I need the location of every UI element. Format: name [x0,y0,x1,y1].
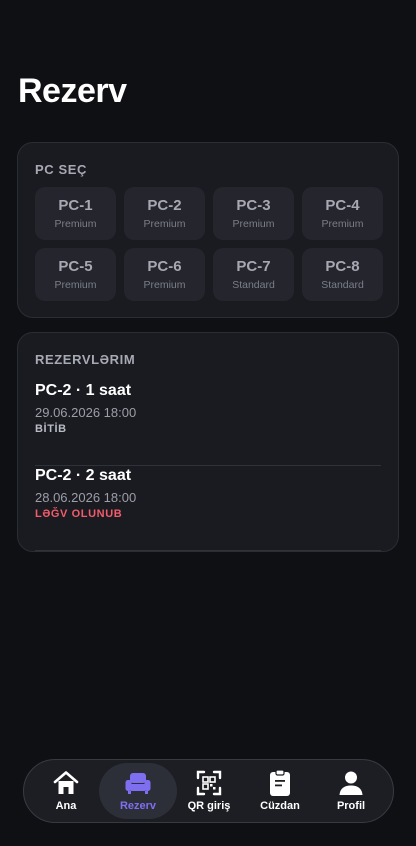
nav-item-profil[interactable]: Profil [312,763,390,819]
nav-label: Rezerv [119,800,157,812]
user-icon [338,770,364,796]
reservation-datetime: 29.06.2026 18:00 [35,405,137,420]
nav-item-qr-giris[interactable]: QR giriş [170,763,248,819]
nav-label: Profil [336,800,366,812]
reservation-item[interactable]: PC-2 · 1 saat 29.06.2026 18:00 BİTİB [35,381,381,466]
qr-scan-icon [196,770,222,796]
clipboard-icon [268,769,292,796]
pc-name: PC-6 [147,258,182,275]
pc-name: PC-1 [58,197,93,214]
reservation-title: PC-2 · 2 saat [35,467,132,484]
reservations-title: REZERVLƏRIM [35,352,136,367]
nav-item-ana[interactable]: Ana [27,763,105,819]
pc-tile-1[interactable]: PC-1 Premium [35,187,116,240]
pc-name: PC-2 [147,197,182,214]
reservation-item[interactable]: PC-2 · 2 saat 28.06.2026 18:00 LƏĞV OLUN… [35,466,381,551]
pc-tile-5[interactable]: PC-5 Premium [35,248,116,301]
nav-label: Cüzdan [260,800,300,812]
pc-tier: Premium [232,218,275,230]
pc-name: PC-7 [236,258,271,275]
page-title: Rezerv [18,72,127,110]
pc-name: PC-8 [325,258,360,275]
pc-tile-3[interactable]: PC-3 Premium [213,187,294,240]
sofa-icon [124,770,152,796]
pc-tier: Premium [54,279,97,291]
pc-name: PC-3 [236,197,271,214]
reservation-status: BİTİB [35,423,67,435]
pc-tier: Premium [143,218,186,230]
reservations-card: REZERVLƏRIM PC-2 · 1 saat 29.06.2026 18:… [17,332,399,552]
pc-tier: Premium [321,218,364,230]
bottom-nav: Ana Rezerv QR giriş Cüzdan Profil [23,759,394,823]
pc-tile-7[interactable]: PC-7 Standard [213,248,294,301]
pc-tile-8[interactable]: PC-8 Standard [302,248,383,301]
pc-select-card: PC SEÇ PC-1 Premium PC-2 Premium PC-3 Pr… [17,142,399,318]
pc-name: PC-5 [58,258,93,275]
pc-grid: PC-1 Premium PC-2 Premium PC-3 Premium P… [35,187,383,301]
pc-tier: Premium [143,279,186,291]
nav-label: Ana [55,800,77,812]
pc-tile-6[interactable]: PC-6 Premium [124,248,205,301]
reservation-status: LƏĞV OLUNUB [35,508,123,520]
reservation-title: PC-2 · 1 saat [35,382,132,399]
reservation-datetime: 28.06.2026 18:00 [35,490,137,505]
pc-name: PC-4 [325,197,360,214]
pc-tile-2[interactable]: PC-2 Premium [124,187,205,240]
pc-tier: Standard [321,279,364,291]
home-icon [52,770,80,796]
nav-item-cuzdan[interactable]: Cüzdan [241,763,319,819]
pc-tier: Premium [54,218,97,230]
pc-tier: Standard [232,279,275,291]
nav-item-rezerv[interactable]: Rezerv [99,763,177,819]
pc-tile-4[interactable]: PC-4 Premium [302,187,383,240]
nav-label: QR giriş [187,800,231,812]
reservation-list: PC-2 · 1 saat 29.06.2026 18:00 BİTİB PC-… [35,381,381,551]
pc-select-title: PC SEÇ [35,162,88,177]
